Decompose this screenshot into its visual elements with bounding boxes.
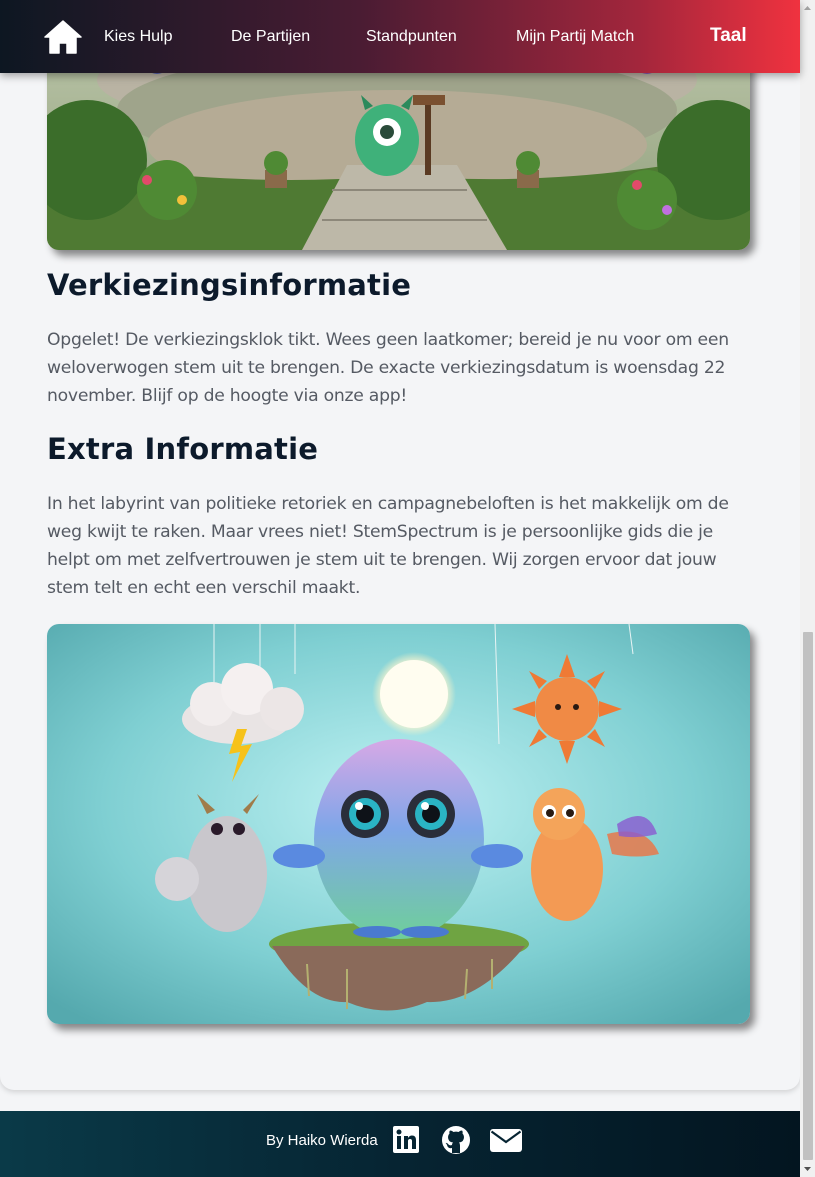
nav-de-partijen[interactable]: De Partijen	[231, 27, 310, 47]
extra-heading: Extra Informatie	[47, 432, 319, 466]
scrollbar-thumb[interactable]	[803, 632, 813, 1160]
extra-text: In het labyrint van politieke retoriek e…	[47, 494, 729, 598]
footer-credit: By Haiko Wierda	[266, 1132, 378, 1149]
content-card: Verkiezingsinformatie Opgelet! De verkie…	[0, 0, 800, 1090]
home-icon[interactable]	[44, 20, 82, 54]
language-toggle[interactable]: Taal	[710, 26, 747, 46]
nav-standpunten[interactable]: Standpunten	[366, 27, 457, 47]
nav-mijn-partij-match[interactable]: Mijn Partij Match	[516, 27, 634, 47]
top-navigation: Kies Hulp De Partijen Standpunten Mijn P…	[0, 0, 800, 73]
election-heading: Verkiezingsinformatie	[47, 268, 412, 302]
scroll-up-arrow-icon[interactable]	[800, 0, 815, 16]
fluffy-monsters-image	[47, 624, 750, 1024]
election-text: Opgelet! De verkiezingsklok tikt. Wees g…	[47, 330, 729, 406]
linkedin-icon[interactable]	[393, 1126, 419, 1153]
github-icon[interactable]	[441, 1125, 471, 1155]
scroll-down-arrow-icon[interactable]	[800, 1161, 815, 1177]
mail-icon[interactable]	[490, 1129, 522, 1152]
nav-kies-hulp[interactable]: Kies Hulp	[104, 27, 172, 47]
page-scrollbar[interactable]	[800, 0, 815, 1177]
